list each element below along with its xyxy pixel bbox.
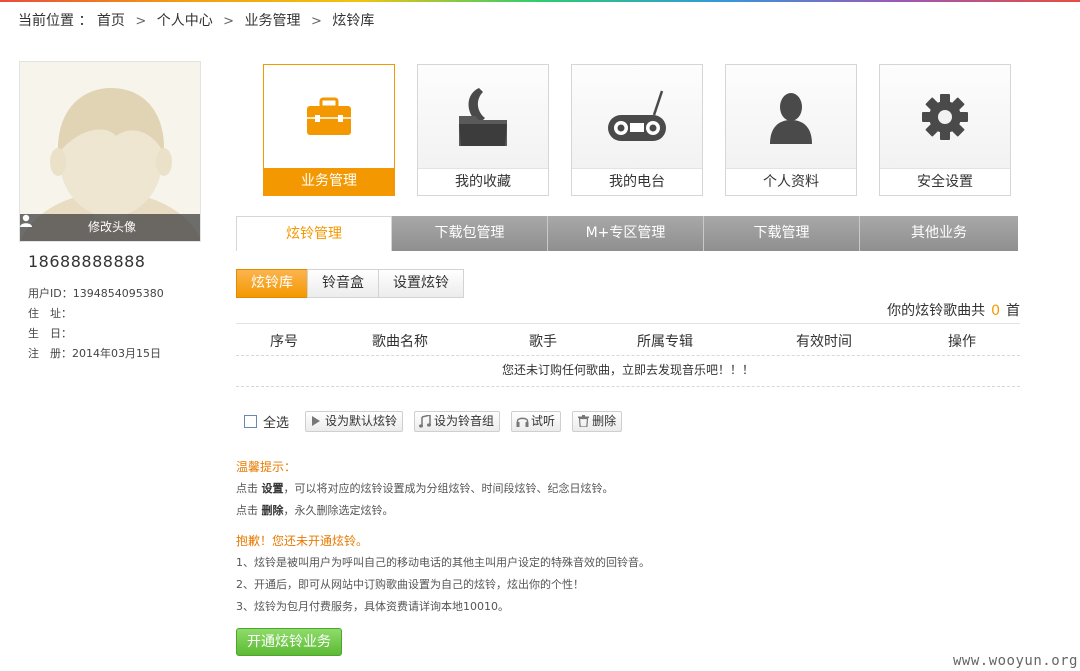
tips-section: 温馨提示： 点击 设置，可以将对应的炫铃设置成为分组炫铃、时间段炫铃、纪念日炫铃…	[236, 456, 650, 618]
tab-download-management[interactable]: 下载管理	[704, 216, 860, 251]
tips-keyword-set: 设置	[261, 482, 284, 495]
person-icon	[726, 65, 856, 169]
tips-text: ，永久删除选定炫铃。	[283, 504, 394, 517]
activate-ringtone-button[interactable]: 开通炫铃业务	[236, 628, 342, 656]
trash-icon	[576, 414, 590, 428]
tab-mplus-zone[interactable]: M+专区管理	[548, 216, 704, 251]
subtab-ringtone-box[interactable]: 铃音盒	[307, 269, 379, 298]
set-default-ringtone-label: 设为默认炫铃	[325, 413, 398, 428]
select-all-label[interactable]: 全选	[263, 412, 289, 431]
user-address: 住 址：	[28, 307, 72, 320]
tips-line-1: 点击 设置，可以将对应的炫铃设置成为分组炫铃、时间段炫铃、纪念日炫铃。	[236, 478, 650, 500]
main-tabs: 炫铃管理 下载包管理 M+专区管理 下载管理 其他业务	[236, 216, 1018, 251]
tile-profile[interactable]: 个人资料	[725, 64, 857, 196]
song-count-value: 0	[991, 303, 1000, 319]
select-all-checkbox[interactable]	[244, 414, 257, 428]
briefcase-icon	[264, 65, 394, 169]
tile-label: 我的电台	[572, 168, 702, 195]
breadcrumb-personal-center[interactable]: 个人中心	[157, 13, 213, 29]
breadcrumb-label: 当前位置 ：	[18, 13, 93, 29]
notice-item-2: 2、开通后，即可从网站中订购歌曲设置为自己的炫铃，炫出你的个性！	[236, 578, 584, 591]
set-ringtone-group-button[interactable]: 设为铃音组	[414, 410, 501, 432]
user-info: 用户ID：1394854095380 住 址： 生 日： 注 册：2014年03…	[28, 284, 164, 364]
breadcrumb-current: 炫铃库	[332, 13, 375, 29]
col-index: 序号	[270, 334, 298, 350]
avatar: 修改头像	[19, 61, 201, 242]
set-default-ringtone-button[interactable]: 设为默认炫铃	[305, 410, 404, 432]
notice-item-3: 3、炫铃为包月付费服务，具体资费请详询本地10010。	[236, 600, 509, 613]
breadcrumb-separator: >	[310, 14, 322, 29]
col-singer: 歌手	[529, 334, 557, 350]
breadcrumb-business[interactable]: 业务管理	[245, 13, 301, 29]
col-album: 所属专辑	[637, 334, 693, 350]
music-note-icon	[418, 414, 432, 428]
listen-button[interactable]: 试听	[511, 410, 562, 432]
col-operation: 操作	[948, 334, 976, 350]
tile-label: 业务管理	[264, 168, 394, 195]
edit-avatar-label: 修改头像	[87, 220, 136, 234]
sub-tabs: 炫铃库 铃音盒 设置炫铃	[236, 269, 464, 298]
tips-text: 点击	[236, 504, 258, 517]
tips-text: 点击	[236, 482, 258, 495]
breadcrumb-separator: >	[135, 14, 147, 29]
tile-business[interactable]: 业务管理	[263, 64, 395, 196]
gear-icon	[880, 65, 1010, 169]
breadcrumb: 当前位置 ： 首页 > 个人中心 > 业务管理 > 炫铃库	[18, 10, 374, 30]
tile-label: 安全设置	[880, 168, 1010, 195]
tile-security[interactable]: 安全设置	[879, 64, 1011, 196]
set-ringtone-group-label: 设为铃音组	[434, 413, 495, 428]
col-valid-time: 有效时间	[796, 334, 852, 350]
notice-item-1: 1、炫铃是被叫用户为呼叫自己的移动电话的其他主叫用户设定的特殊音效的回铃音。	[236, 556, 650, 569]
subtab-set-ringtone[interactable]: 设置炫铃	[378, 269, 464, 298]
user-register-date: 注 册：2014年03月15日	[28, 347, 161, 360]
tile-radio[interactable]: 我的电台	[571, 64, 703, 196]
action-bar: 全选 设为默认炫铃 设为铃音组 试听 删除	[244, 410, 633, 432]
tips-keyword-delete: 删除	[261, 504, 284, 517]
folder-icon	[418, 65, 548, 169]
tile-label: 我的收藏	[418, 168, 548, 195]
user-phone: 18688888888	[28, 252, 146, 271]
not-activated-notice: 抱歉！您还未开通炫铃。	[236, 534, 369, 548]
table-header: 序号 歌曲名称 歌手 所属专辑 有效时间 操作	[236, 323, 1020, 356]
tab-download-package[interactable]: 下载包管理	[392, 216, 548, 251]
headphones-icon	[515, 414, 529, 428]
tips-line-2: 点击 删除，永久删除选定炫铃。	[236, 500, 650, 522]
top-color-bar	[0, 0, 1080, 2]
tab-other-business[interactable]: 其他业务	[860, 216, 1018, 251]
tile-favorites[interactable]: 我的收藏	[417, 64, 549, 196]
tips-text: ，可以将对应的炫铃设置成为分组炫铃、时间段炫铃、纪念日炫铃。	[283, 482, 614, 495]
delete-label: 删除	[592, 413, 617, 428]
tips-title: 温馨提示：	[236, 460, 297, 474]
table-empty-message: 您还未订购任何歌曲，立即去发现音乐吧！！！	[236, 356, 1020, 387]
subtab-ringtone-library[interactable]: 炫铃库	[236, 269, 308, 298]
breadcrumb-home[interactable]: 首页	[97, 13, 125, 29]
song-count-prefix: 你的炫铃歌曲共	[887, 303, 986, 319]
breadcrumb-separator: >	[223, 14, 235, 29]
col-song-name: 歌曲名称	[372, 334, 428, 350]
song-count-suffix: 首	[1006, 303, 1020, 319]
tile-label: 个人资料	[726, 168, 856, 195]
edit-avatar-button[interactable]: 修改头像	[20, 214, 200, 241]
radio-icon	[572, 65, 702, 169]
delete-button[interactable]: 删除	[572, 410, 623, 432]
song-count: 你的炫铃歌曲共 0 首	[887, 300, 1020, 320]
user-birthday: 生 日：	[28, 327, 72, 340]
tab-ringtone-management[interactable]: 炫铃管理	[236, 216, 392, 251]
play-icon	[309, 414, 323, 428]
listen-label: 试听	[531, 413, 556, 428]
watermark: www.wooyun.org	[952, 653, 1078, 669]
user-id: 用户ID：1394854095380	[28, 287, 164, 300]
